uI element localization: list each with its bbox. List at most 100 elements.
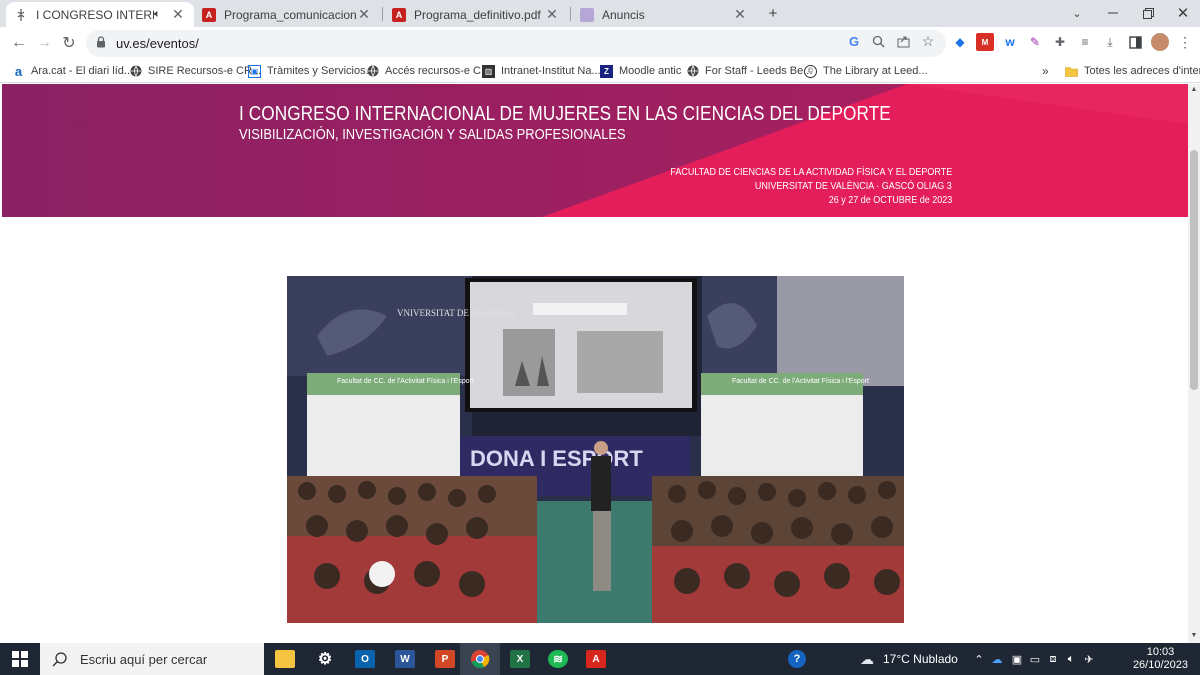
taskbar-outlook[interactable]: O bbox=[345, 643, 385, 675]
profile-avatar[interactable] bbox=[1151, 33, 1169, 51]
bookmark-sire[interactable]: SIRE Recursos-e CR... bbox=[129, 62, 261, 80]
windows-start-icon[interactable] bbox=[0, 643, 40, 675]
close-tab-icon[interactable]: ✕ bbox=[732, 6, 748, 23]
bookmark-tramites[interactable]: ▣ Tràmites y Servicios... bbox=[248, 62, 375, 80]
media-control-icon[interactable]: ≡ bbox=[1076, 33, 1094, 51]
bookmark-label: The Library at Leed... bbox=[823, 65, 928, 77]
bookmark-intranet[interactable]: ▥ Intranet-Institut Na... bbox=[482, 62, 601, 80]
clock-date: 26/10/2023 bbox=[1132, 659, 1188, 671]
tab-title: Programa_definitivo.pdf bbox=[414, 7, 541, 22]
google-translate-icon[interactable]: G bbox=[844, 31, 864, 51]
tab-search-icon[interactable]: ⌄ bbox=[1066, 3, 1088, 23]
tab-title: Programa_comunicaciones.pdf bbox=[224, 7, 356, 22]
side-panel-icon[interactable] bbox=[1126, 33, 1144, 51]
reload-icon[interactable]: ↻ bbox=[58, 32, 80, 54]
taskbar-word[interactable]: W bbox=[385, 643, 425, 675]
ara-icon: a bbox=[14, 63, 23, 79]
tray-chevron-icon[interactable]: ⌃ bbox=[972, 652, 986, 666]
folder-icon bbox=[1065, 65, 1078, 78]
bookmark-moodle[interactable]: Z Moodle antic bbox=[600, 62, 681, 80]
tab-strip: I CONGRESO INTERNACIONAL 🔈︎ ✕ A Programa… bbox=[0, 0, 1200, 27]
battery-icon[interactable]: ▭ bbox=[1028, 652, 1042, 666]
help-icon[interactable]: ? bbox=[788, 650, 806, 668]
downloads-icon[interactable]: ⤓ bbox=[1101, 33, 1119, 51]
tray-app-icon[interactable]: ▣ bbox=[1010, 652, 1024, 666]
bookmark-folder-totes[interactable]: Totes les adreces d'interès bbox=[1065, 62, 1200, 80]
taskbar-excel[interactable]: X bbox=[500, 643, 540, 675]
restore-icon[interactable] bbox=[1137, 3, 1159, 23]
taskbar-clock[interactable]: 10:03 26/10/2023 bbox=[1133, 646, 1188, 672]
taskbar-chrome[interactable] bbox=[460, 643, 500, 675]
acrobat-icon: A bbox=[586, 650, 606, 668]
anuncis-icon bbox=[580, 7, 594, 22]
bookmark-label: Ara.cat - El diari líd... bbox=[31, 65, 134, 77]
extension-wiley-icon[interactable]: w bbox=[1001, 33, 1019, 51]
speaker-icon[interactable]: 🔈︎ bbox=[154, 8, 170, 21]
scrollbar-thumb[interactable] bbox=[1190, 150, 1198, 390]
event-banner: I CONGRESO INTERNACIONAL DE MUJERES EN L… bbox=[2, 84, 1188, 217]
taskbar-acrobat[interactable]: A bbox=[576, 643, 616, 675]
taskbar-settings[interactable]: ⚙ bbox=[305, 643, 345, 675]
close-tab-icon[interactable]: ✕ bbox=[544, 6, 560, 23]
globe-icon bbox=[686, 65, 699, 78]
forward-icon[interactable]: → bbox=[33, 32, 55, 54]
taskbar-file-explorer[interactable] bbox=[265, 643, 305, 675]
lock-icon[interactable] bbox=[96, 36, 108, 51]
banner-left-text: Facultat de CC. de l'Activitat Física i … bbox=[337, 378, 474, 385]
new-tab-icon[interactable]: + bbox=[762, 3, 784, 23]
bookmark-ara[interactable]: a Ara.cat - El diari líd... bbox=[12, 62, 133, 80]
tab-programa-definitivo[interactable]: A Programa_definitivo.pdf ✕ bbox=[384, 2, 568, 27]
windows-taskbar: Escriu aquí per cercar ⚙ O W P X ≋ A ? ☁… bbox=[0, 643, 1200, 675]
url-text[interactable]: uv.es/eventos/ bbox=[116, 36, 199, 51]
share-icon[interactable] bbox=[893, 31, 913, 51]
excel-icon: X bbox=[510, 650, 530, 668]
extensions-puzzle-icon[interactable]: ✚ bbox=[1051, 33, 1069, 51]
taskbar-powerpoint[interactable]: P bbox=[425, 643, 465, 675]
bookmark-label: For Staff - Leeds Be... bbox=[705, 65, 813, 77]
bookmark-acces[interactable]: Accés recursos-e C... bbox=[366, 62, 490, 80]
pdf-icon: A bbox=[392, 7, 406, 22]
bookmark-library[interactable]: © The Library at Leed... bbox=[804, 62, 928, 80]
taskbar-search-placeholder: Escriu aquí per cercar bbox=[80, 651, 208, 667]
conference-photo: Facultat de CC. de l'Activitat Física i … bbox=[287, 276, 904, 623]
tab-programa-comunicaciones[interactable]: A Programa_comunicaciones.pdf ✕ bbox=[194, 2, 380, 27]
extension-pen-icon[interactable]: ✎ bbox=[1026, 33, 1044, 51]
close-tab-icon[interactable]: ✕ bbox=[170, 6, 186, 23]
page-scrollbar[interactable]: ▲ ▼ bbox=[1188, 84, 1200, 643]
close-window-icon[interactable]: ✕ bbox=[1172, 3, 1194, 23]
extension-mendeley-icon[interactable]: M bbox=[976, 33, 994, 51]
weather-text[interactable]: 17°C Nublado bbox=[883, 652, 958, 666]
onedrive-icon[interactable]: ☁ bbox=[990, 652, 1004, 666]
banner-subtitle: VISIBILIZACIÓN, INVESTIGACIÓN Y SALIDAS … bbox=[239, 126, 626, 143]
clock-time: 10:03 bbox=[1146, 646, 1175, 658]
tab-title: Anuncis bbox=[602, 7, 645, 22]
back-icon[interactable]: ← bbox=[8, 32, 30, 54]
volume-icon[interactable]: 🔈︎ bbox=[1064, 652, 1078, 666]
tab-congreso[interactable]: I CONGRESO INTERNACIONAL 🔈︎ ✕ bbox=[6, 2, 194, 27]
extension-mortarboard-icon[interactable]: ◆ bbox=[951, 33, 969, 51]
scroll-down-icon[interactable]: ▼ bbox=[1190, 632, 1198, 640]
minimize-icon[interactable] bbox=[1102, 3, 1124, 23]
tab-anuncis[interactable]: Anuncis ✕ bbox=[572, 2, 756, 27]
chrome-icon bbox=[470, 650, 490, 668]
banner-right-text: Facultat de CC. de l'Activitat Física i … bbox=[732, 378, 869, 385]
bookmark-forstaff[interactable]: For Staff - Leeds Be... bbox=[686, 62, 812, 80]
vpn-icon[interactable]: ⧈ bbox=[1046, 652, 1060, 666]
bookmarks-overflow-chevron[interactable]: » bbox=[1042, 62, 1049, 80]
close-tab-icon[interactable]: ✕ bbox=[356, 6, 372, 23]
pdf-icon: A bbox=[202, 7, 216, 22]
scroll-up-icon[interactable]: ▲ bbox=[1190, 86, 1198, 94]
taskbar-spotify[interactable]: ≋ bbox=[538, 643, 578, 675]
tab-title: I CONGRESO INTERNACIONAL bbox=[36, 7, 154, 22]
file-explorer-icon bbox=[275, 650, 295, 668]
bookmark-label: Intranet-Institut Na... bbox=[501, 65, 601, 77]
bookmark-star-icon[interactable]: ☆ bbox=[918, 31, 938, 51]
uv-icon bbox=[14, 8, 28, 22]
taskbar-search-box[interactable]: Escriu aquí per cercar bbox=[40, 643, 264, 675]
address-bar[interactable]: uv.es/eventos/ bbox=[86, 30, 946, 57]
weather-cloud-icon[interactable]: ☁ bbox=[857, 651, 877, 667]
menu-kebab-icon[interactable]: ⋮ bbox=[1176, 33, 1194, 51]
banner-university: UNIVERSITAT DE VALÈNCIA · GASCÓ OLIAG 3 bbox=[755, 181, 952, 192]
zoom-icon[interactable] bbox=[868, 31, 888, 51]
airplane-mode-icon[interactable]: ✈ bbox=[1082, 652, 1096, 666]
